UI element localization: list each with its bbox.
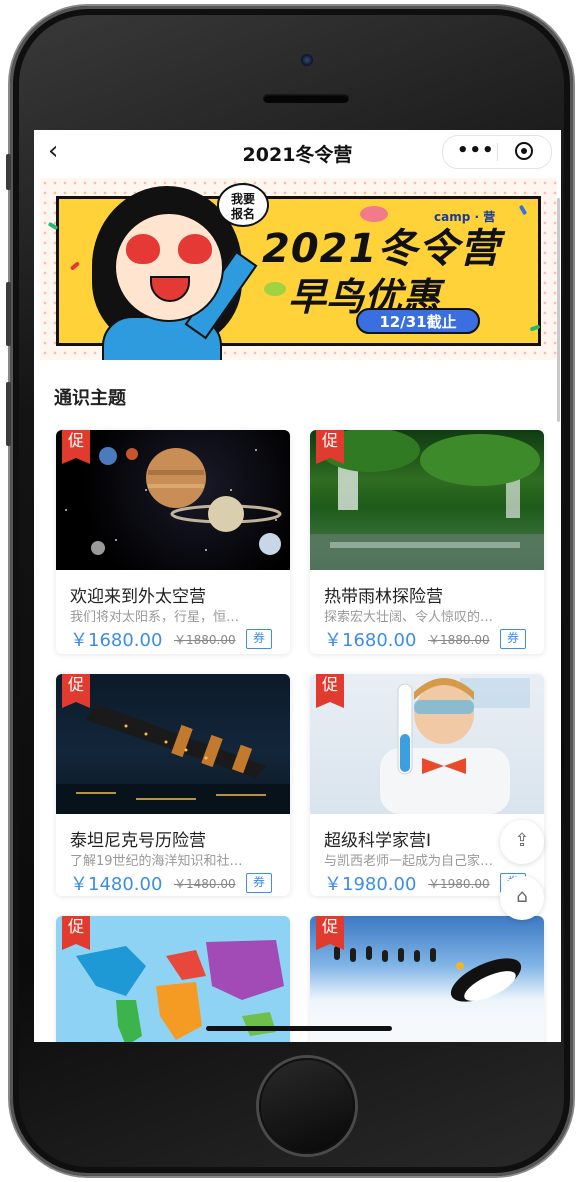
card-original-price: ￥1480.00: [174, 877, 236, 891]
share-icon: ⇪: [514, 830, 530, 851]
deadline-pill: 12/31截止: [356, 308, 480, 334]
mute-switch: [6, 154, 11, 190]
camp-card[interactable]: 促 热带雨林探险营 探索宏大壮阔、令人惊叹的… ￥1680.00 ￥1880.0…: [310, 430, 544, 654]
titanic-image: [56, 674, 290, 814]
front-camera: [301, 54, 313, 66]
capsule-divider: [497, 143, 498, 161]
promo-banner[interactable]: 我要 报名 camp · 营 2021冬令营 早鸟优惠 12/31截止: [40, 178, 557, 360]
coupon-badge[interactable]: 券: [246, 629, 272, 649]
share-button[interactable]: ⇪: [500, 820, 544, 864]
home-float-button[interactable]: ⌂: [500, 876, 544, 920]
camp-card[interactable]: 促 泰坦尼克号历险营 了解19世纪的海洋知识和社… ￥1480.00 ￥1480…: [56, 674, 290, 896]
titanic-illustration: [56, 704, 290, 814]
app-screen: ‹ 2021冬令营 ••• 我要 报名 camp · 营 2021冬令营 早鸟优…: [34, 130, 561, 1042]
earpiece-speaker: [263, 94, 349, 103]
card-original-price: ￥1880.00: [428, 633, 490, 647]
promo-tag: 促: [62, 916, 90, 950]
heart-eye-icon: [126, 234, 160, 264]
promo-tag: 促: [316, 430, 344, 464]
solar-system-image: [56, 430, 290, 570]
card-description: 我们将对太阳系，行星，恒…: [70, 610, 240, 625]
camp-card[interactable]: 促 欢迎来到外太空营 我们将对太阳系，行星，恒… ￥1680.00 ￥1880.…: [56, 430, 290, 654]
camp-card[interactable]: 促 超级科学家营I 与凯西老师一起成为自己家… ￥1980.00 ￥1980.0…: [310, 674, 544, 896]
card-title: 热带雨林探险营: [324, 587, 443, 607]
section-title: 通识主题: [54, 388, 126, 409]
world-map-illustration: [76, 940, 284, 1042]
volume-up-button: [6, 282, 11, 346]
scientist-kid-image: [310, 674, 544, 814]
scientist-kid-illustration: [380, 678, 530, 814]
volume-down-button: [6, 382, 11, 446]
home-icon: ⌂: [516, 886, 528, 907]
scrollbar[interactable]: [557, 198, 560, 422]
card-original-price: ￥1980.00: [428, 877, 490, 891]
card-title: 欢迎来到外太空营: [70, 587, 206, 607]
card-price: ￥1980.00: [324, 874, 417, 895]
mini-program-capsule: •••: [442, 135, 552, 169]
promo-tag: 促: [62, 430, 90, 464]
camp-card[interactable]: 促: [56, 916, 290, 1042]
promo-tag: 促: [316, 916, 344, 950]
card-title: 超级科学家营I: [324, 831, 432, 851]
green-bird-icon: [264, 282, 286, 296]
coupon-badge[interactable]: 券: [500, 629, 526, 649]
solar-system-illustration: [65, 440, 282, 555]
card-price: ￥1680.00: [70, 630, 163, 651]
card-original-price: ￥1880.00: [174, 633, 236, 647]
card-price: ￥1480.00: [70, 874, 163, 895]
cartoon-girl-face: [114, 212, 224, 322]
promo-tag: 促: [316, 674, 344, 708]
world-map-image: [56, 916, 290, 1042]
heart-eye-icon: [178, 234, 212, 264]
signup-bubble-text: 我要 报名: [230, 192, 255, 221]
card-description: 了解19世纪的海洋知识和社…: [70, 854, 243, 869]
penguins-image: [310, 916, 544, 1042]
rainforest-illustration: [310, 430, 544, 570]
navigation-bar: ‹ 2021冬令营 •••: [34, 130, 561, 174]
card-title: 泰坦尼克号历险营: [70, 831, 206, 851]
penguins-illustration: [310, 946, 544, 1042]
rainforest-image: [310, 430, 544, 570]
promo-tag: 促: [62, 674, 90, 708]
card-price: ￥1680.00: [324, 630, 417, 651]
record-target-icon[interactable]: [515, 142, 533, 160]
home-button[interactable]: [259, 1058, 355, 1154]
coupon-badge[interactable]: 券: [246, 873, 272, 893]
camp-card[interactable]: 促: [310, 916, 544, 1042]
card-description: 探索宏大壮阔、令人惊叹的…: [324, 610, 494, 625]
home-indicator[interactable]: [206, 1026, 392, 1031]
more-dots-icon[interactable]: •••: [457, 140, 495, 161]
